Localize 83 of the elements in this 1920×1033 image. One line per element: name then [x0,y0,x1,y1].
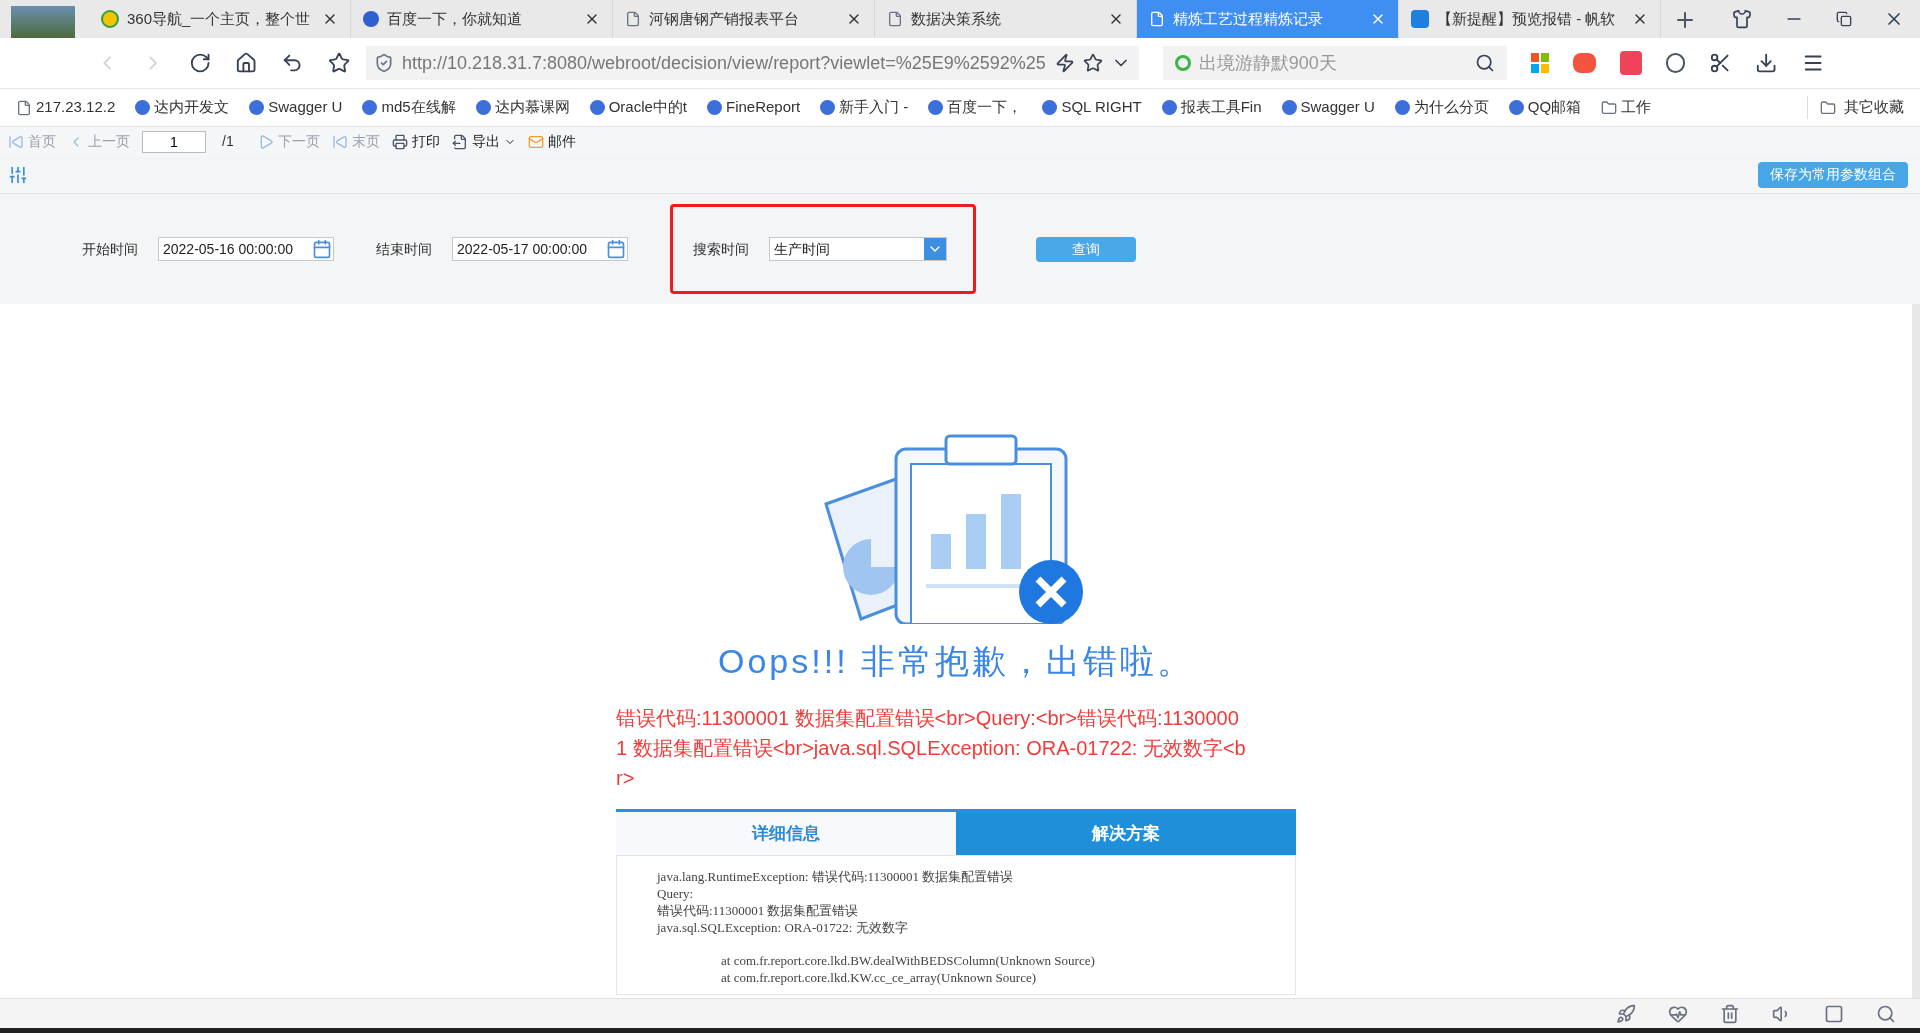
stack-trace-line: java.sql.SQLException: ORA-01722: 无效数字 [657,919,909,936]
bookmark-link[interactable]: Oracle中的t [589,96,687,119]
mail-icon [527,133,544,150]
page-icon [1149,11,1165,27]
scissors-icon[interactable] [1709,51,1732,75]
bookmark-link[interactable]: 达内开发文 [135,96,230,119]
error-title: Oops!!! 非常抱歉，出错啦。 [716,641,1196,682]
field-label: 开始时间 [82,239,138,259]
site-icon [707,100,722,115]
bookmark-link[interactable]: Swagger U [249,96,343,119]
rocket-icon[interactable] [1616,1003,1636,1024]
stack-trace-line: at com.fr.report.core.lkd.KW.cc_ce_array(Unknown Source) [720,969,1037,986]
filter-settings-icon[interactable] [8,164,28,185]
page-total-text: /1 [222,132,234,151]
bookmark-link[interactable]: md5在线解 [362,96,456,119]
toolbar-button[interactable]: 邮件 [527,131,576,152]
export-icon [451,133,468,150]
home-icon[interactable] [234,51,258,75]
skin-icon[interactable] [1732,9,1752,29]
toolbar-button[interactable]: 导出 [451,131,516,152]
address-bar[interactable]: http://10.218.31.7:8080/webroot/decision/view/report?viewlet=%25E9%2592%25 [365,46,1139,80]
bookmark-link[interactable]: 新手入门 - [820,96,909,119]
error-message: 错误代码:11300001 数据集配置错误<br>Query:<br>错误代码:11300001 数据集配置错误<br>java.sql.SQLException: ORA-01722: 无效数字<br> [616,706,1246,791]
folder-icon [1601,99,1618,116]
bookmark-link[interactable]: 其它收藏 [1807,96,1904,119]
site-icon [1042,100,1058,115]
site-icon [589,100,605,115]
bookmark-link[interactable]: 217.23.12.2 [16,96,116,119]
date-field[interactable]: 2022-05-17 00:00:00 [452,237,628,261]
search-field[interactable]: 出境游静默900天 [1162,46,1507,80]
page-icon [887,11,903,27]
restore-icon[interactable] [1836,11,1852,27]
reload-icon[interactable] [188,51,211,75]
landscape-thumbnail [11,6,75,38]
heart-pulse-icon[interactable] [1668,1003,1688,1024]
site-icon [1281,100,1297,115]
site-icon [1508,100,1524,115]
site-icon [820,100,836,115]
stack-trace-line: java.lang.RuntimeException: 错误代码:11300001 数据集配置错误 [657,868,1015,885]
apps-icon[interactable] [1530,53,1550,73]
stack-trace-line: at com.fr.report.core.lkd.BW.dealWithBEDSColumn(Unknown Source) [720,952,1096,969]
bookmark-link[interactable]: 工作 [1601,96,1652,119]
page-icon [625,11,641,27]
site-icon [475,100,491,115]
search-icon[interactable] [1474,53,1495,73]
field-label: 结束时间 [376,239,432,259]
folder-icon [1820,99,1836,116]
star-icon[interactable] [1082,53,1103,73]
site-icon [362,100,378,115]
bookmark-link[interactable]: FineReport [707,96,801,119]
bookmark-link[interactable]: QQ邮箱 [1508,96,1582,119]
site-icon [135,100,151,115]
bookmark-link[interactable]: SQL RIGHT [1042,96,1142,119]
trash-icon[interactable] [1720,1003,1740,1024]
download-icon[interactable] [1755,51,1778,75]
bookmark-link[interactable]: 百度一下， [928,96,1023,119]
stack-trace-line: Query: [657,885,695,902]
bookmark-link[interactable]: Swagger U [1281,96,1375,119]
star-icon[interactable] [327,51,350,75]
last-icon [331,133,348,150]
first-icon [8,133,24,150]
bookmark-link[interactable]: 达内慕课网 [475,96,570,119]
stack-trace-line: 错误代码:11300001 数据集配置错误 [657,902,860,919]
select-field[interactable]: 生产时间 [769,237,947,261]
site-icon [1394,100,1410,115]
bookmark-link[interactable]: 报表工具Fin [1161,96,1262,119]
search-logo-icon [1174,55,1191,71]
calendar-icon[interactable] [606,239,626,259]
date-field[interactable]: 2022-05-16 00:00:00 [158,237,334,261]
toolbar-button[interactable]: 打印 [391,131,440,152]
calendar-icon[interactable] [312,239,332,259]
print-icon [391,133,408,150]
lightning-icon[interactable] [1054,53,1075,73]
bookmark-link[interactable]: 为什么分页 [1394,96,1489,119]
search-icon[interactable] [1876,1003,1896,1024]
window-icon[interactable] [1824,1003,1844,1024]
page-number-field[interactable]: 1 [142,130,206,153]
field-label: 搜索时间 [693,239,749,259]
site-icon [249,100,265,115]
site-icon [928,100,944,115]
site-icon [1161,100,1177,115]
app-badge-icon[interactable] [1619,51,1643,75]
page-icon [16,99,32,116]
